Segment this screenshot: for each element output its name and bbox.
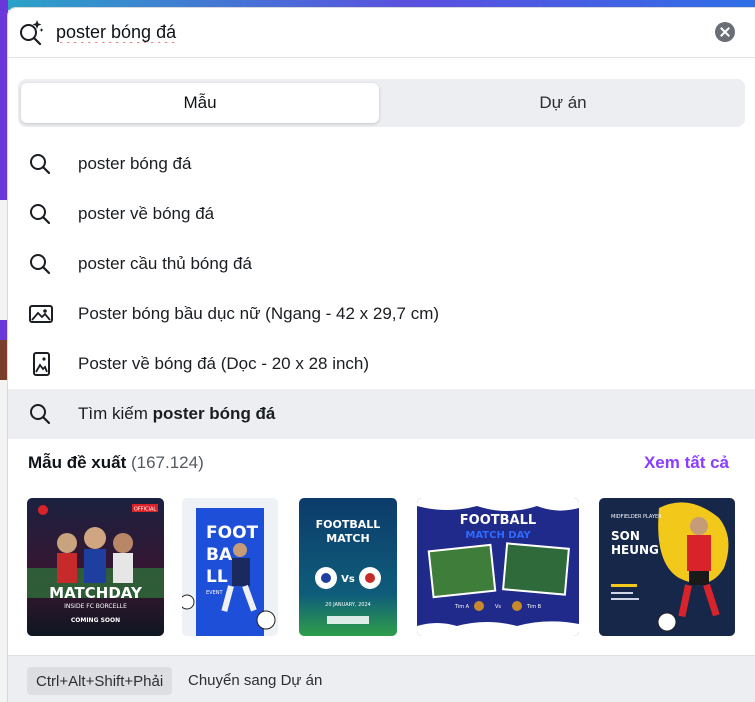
template-thumbnail[interactable]: FOOTBALL MATCH DAY Tim A Vs Tim B: [417, 498, 579, 636]
search-all-label: Tìm kiếm poster bóng đá: [78, 404, 275, 424]
template-preview-image: MIDFIELDER PLAYER SON HEUNG: [599, 498, 735, 636]
tab-bar: Mẫu Dự án: [18, 79, 745, 127]
svg-text:MATCH: MATCH: [326, 532, 369, 545]
template-tag: OFFICIAL: [134, 507, 157, 513]
template-subheading: MATCH DAY: [465, 530, 531, 541]
suggestion-label: poster cầu thủ bóng đá: [78, 254, 252, 273]
clear-search-icon[interactable]: [715, 22, 735, 42]
template-vs: Vs: [341, 574, 355, 585]
image-portrait-icon: [33, 352, 50, 376]
templates-title: Mẫu đề xuất (167.124): [28, 453, 204, 473]
template-preview-image: FOOT BA LL EVENT: [182, 498, 278, 636]
template-thumbnail[interactable]: MIDFIELDER PLAYER SON HEUNG: [599, 498, 735, 636]
suggestion-item[interactable]: poster về bóng đá: [8, 189, 755, 239]
svg-text:LL: LL: [206, 567, 228, 587]
suggestion-label: Poster bóng bầu dục nữ (Ngang - 42 x 29,…: [78, 304, 440, 323]
tab-projects[interactable]: Dự án: [384, 83, 742, 123]
suggestion-item[interactable]: poster cầu thủ bóng đá: [8, 239, 755, 289]
template-heading: MATCHDAY: [49, 584, 143, 602]
template-tag: MIDFIELDER PLAYER: [611, 514, 662, 520]
template-preview-image: FOOTBALL MATCH DAY Tim A Vs Tim B: [417, 498, 579, 636]
template-thumbnails: OFFICIAL MATCHDAY INSIDE FC BORCELLE COM…: [8, 498, 755, 636]
suggestion-item[interactable]: poster bóng đá: [8, 139, 755, 189]
template-preview-image: OFFICIAL MATCHDAY INSIDE FC BORCELLE COM…: [27, 498, 164, 636]
templates-title-text: Mẫu đề xuất: [28, 453, 127, 472]
suggestion-list: poster bóng đá poster về bóng đá poster …: [8, 139, 755, 439]
image-landscape-icon: [29, 305, 53, 323]
search-icon: [30, 204, 51, 225]
search-panel: Mẫu Dự án poster bóng đá poster về bóng …: [8, 8, 755, 702]
tab-templates[interactable]: Mẫu: [21, 83, 379, 123]
template-preview-image: FOOTBALL MATCH Vs 20 JANUARY, 2024: [299, 498, 397, 636]
search-all-item[interactable]: Tìm kiếm poster bóng đá: [8, 389, 755, 439]
svg-text:FOOTBALL: FOOTBALL: [316, 518, 381, 531]
template-thumbnail[interactable]: OFFICIAL MATCHDAY INSIDE FC BORCELLE COM…: [27, 498, 164, 636]
search-bar: [8, 8, 755, 58]
template-team-b: Tim B: [526, 604, 542, 610]
template-thumbnail[interactable]: FOOT BA LL EVENT: [182, 498, 278, 636]
background-left-edge: [0, 0, 8, 702]
magic-search-icon: [20, 20, 44, 45]
keyboard-shortcut: Ctrl+Alt+Shift+Phải: [27, 667, 173, 695]
search-icon: [30, 404, 51, 425]
template-footer-text: COMING SOON: [71, 617, 120, 624]
svg-text:BA: BA: [206, 545, 233, 565]
search-all-prefix: Tìm kiếm: [78, 404, 153, 423]
templates-header: Mẫu đề xuất (167.124) Xem tất cả: [28, 453, 735, 477]
suggestion-item[interactable]: Poster bóng bầu dục nữ (Ngang - 42 x 29,…: [8, 289, 755, 339]
template-team-a: Tim A: [454, 604, 470, 610]
suggestion-label: Poster về bóng đá (Dọc - 20 x 28 inch): [78, 354, 370, 373]
svg-text:SON: SON: [611, 529, 640, 543]
suggestion-label: poster bóng đá: [78, 154, 192, 173]
suggestion-item[interactable]: Poster về bóng đá (Dọc - 20 x 28 inch): [8, 339, 755, 389]
svg-text:FOOT: FOOT: [206, 523, 259, 543]
search-input[interactable]: [56, 18, 656, 46]
search-icon: [30, 254, 51, 275]
template-thumbnail[interactable]: FOOTBALL MATCH Vs 20 JANUARY, 2024: [299, 498, 397, 636]
see-all-link[interactable]: Xem tất cả: [644, 453, 729, 473]
suggestion-label: poster về bóng đá: [78, 204, 215, 223]
template-heading: FOOTBALL: [460, 513, 536, 528]
template-date: 20 JANUARY, 2024: [325, 602, 371, 608]
templates-count: (167.124): [130, 453, 204, 472]
template-subheading: EVENT: [206, 590, 223, 596]
svg-text:HEUNG: HEUNG: [611, 543, 659, 557]
template-subheading: INSIDE FC BORCELLE: [64, 603, 127, 610]
search-icon: [30, 154, 51, 175]
template-vs: Vs: [495, 604, 501, 610]
footer-bar: Ctrl+Alt+Shift+Phải Chuyển sang Dự án: [8, 655, 755, 702]
switch-to-projects-hint[interactable]: Chuyển sang Dự án: [188, 672, 322, 689]
search-all-query: poster bóng đá: [152, 404, 276, 423]
